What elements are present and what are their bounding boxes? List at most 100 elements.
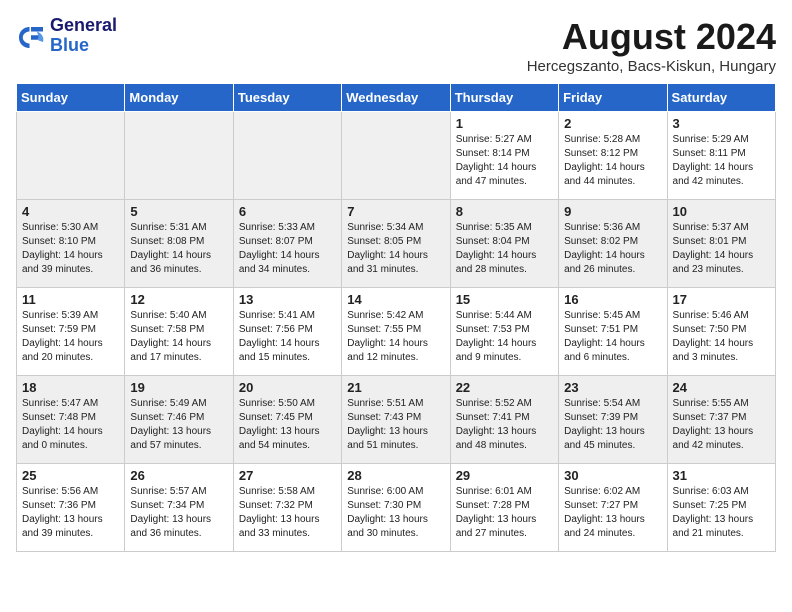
day-info: Sunrise: 5:37 AM Sunset: 8:01 PM Dayligh…	[673, 221, 770, 277]
day-number: 13	[239, 292, 336, 307]
day-number: 23	[564, 380, 661, 395]
day-info: Sunrise: 5:46 AM Sunset: 7:50 PM Dayligh…	[673, 309, 770, 365]
day-info: Sunrise: 5:56 AM Sunset: 7:36 PM Dayligh…	[22, 485, 119, 541]
day-number: 16	[564, 292, 661, 307]
calendar-cell: 25 Sunrise: 5:56 AM Sunset: 7:36 PM Dayli…	[17, 464, 125, 552]
calendar-cell: 14Sunrise: 5:42 AM Sunset: 7:55 PM Dayli…	[342, 288, 450, 376]
calendar-cell: 1Sunrise: 5:27 AM Sunset: 8:14 PM Daylig…	[450, 112, 558, 200]
day-number: 10	[673, 204, 770, 219]
calendar-week-row: 1Sunrise: 5:27 AM Sunset: 8:14 PM Daylig…	[17, 112, 776, 200]
title-block: August 2024 Hercegszanto, Bacs-Kiskun, H…	[527, 16, 776, 75]
calendar-cell: 23 Sunrise: 5:54 AM Sunset: 7:39 PM Dayli…	[559, 376, 667, 464]
day-number: 20	[239, 380, 336, 395]
calendar-cell: 9Sunrise: 5:36 AM Sunset: 8:02 PM Daylig…	[559, 200, 667, 288]
calendar-week-row: 25 Sunrise: 5:56 AM Sunset: 7:36 PM Dayli…	[17, 464, 776, 552]
logo-text: General Blue	[50, 16, 117, 56]
day-number: 6	[239, 204, 336, 219]
calendar-cell: 13 Sunrise: 5:41 AM Sunset: 7:56 PM Dayli…	[233, 288, 341, 376]
calendar-cell: 5 Sunrise: 5:31 AM Sunset: 8:08 PM Daylig…	[125, 200, 233, 288]
day-info: Sunrise: 6:01 AM Sunset: 7:28 PM Dayligh…	[456, 485, 553, 541]
calendar-week-row: 4 Sunrise: 5:30 AM Sunset: 8:10 PM Daylig…	[17, 200, 776, 288]
day-number: 28	[347, 468, 444, 483]
month-title: August 2024	[527, 16, 776, 58]
calendar-cell: 27 Sunrise: 5:58 AM Sunset: 7:32 PM Dayli…	[233, 464, 341, 552]
page-header: General Blue August 2024 Hercegszanto, B…	[16, 16, 776, 75]
day-info: Sunrise: 5:27 AM Sunset: 8:14 PM Dayligh…	[456, 133, 553, 189]
day-info: Sunrise: 5:28 AM Sunset: 8:12 PM Dayligh…	[564, 133, 661, 189]
day-info: Sunrise: 5:33 AM Sunset: 8:07 PM Dayligh…	[239, 221, 336, 277]
day-info: Sunrise: 5:40 AM Sunset: 7:58 PM Dayligh…	[130, 309, 227, 365]
day-info: Sunrise: 5:41 AM Sunset: 7:56 PM Dayligh…	[239, 309, 336, 365]
day-info: Sunrise: 5:31 AM Sunset: 8:08 PM Dayligh…	[130, 221, 227, 277]
calendar-cell	[233, 112, 341, 200]
weekday-header-saturday: Saturday	[667, 84, 775, 112]
day-info: Sunrise: 5:54 AM Sunset: 7:39 PM Dayligh…	[564, 397, 661, 453]
day-info: Sunrise: 5:49 AM Sunset: 7:46 PM Dayligh…	[130, 397, 227, 453]
calendar-cell: 19Sunrise: 5:49 AM Sunset: 7:46 PM Dayli…	[125, 376, 233, 464]
location-subtitle: Hercegszanto, Bacs-Kiskun, Hungary	[527, 58, 776, 75]
day-number: 18	[22, 380, 119, 395]
weekday-header-sunday: Sunday	[17, 84, 125, 112]
calendar-cell: 10 Sunrise: 5:37 AM Sunset: 8:01 PM Dayli…	[667, 200, 775, 288]
day-number: 25	[22, 468, 119, 483]
day-info: Sunrise: 5:52 AM Sunset: 7:41 PM Dayligh…	[456, 397, 553, 453]
calendar-cell: 28 Sunrise: 6:00 AM Sunset: 7:30 PM Dayli…	[342, 464, 450, 552]
day-number: 21	[347, 380, 444, 395]
day-number: 17	[673, 292, 770, 307]
calendar-cell: 22 Sunrise: 5:52 AM Sunset: 7:41 PM Dayli…	[450, 376, 558, 464]
weekday-header-friday: Friday	[559, 84, 667, 112]
day-info: Sunrise: 5:45 AM Sunset: 7:51 PM Dayligh…	[564, 309, 661, 365]
day-number: 2	[564, 116, 661, 131]
calendar-cell: 7 Sunrise: 5:34 AM Sunset: 8:05 PM Daylig…	[342, 200, 450, 288]
day-number: 22	[456, 380, 553, 395]
calendar-cell: 12 Sunrise: 5:40 AM Sunset: 7:58 PM Dayli…	[125, 288, 233, 376]
day-info: Sunrise: 5:29 AM Sunset: 8:11 PM Dayligh…	[673, 133, 770, 189]
weekday-header-thursday: Thursday	[450, 84, 558, 112]
day-info: Sunrise: 5:36 AM Sunset: 8:02 PM Dayligh…	[564, 221, 661, 277]
day-info: Sunrise: 5:57 AM Sunset: 7:34 PM Dayligh…	[130, 485, 227, 541]
day-info: Sunrise: 5:58 AM Sunset: 7:32 PM Dayligh…	[239, 485, 336, 541]
day-info: Sunrise: 5:44 AM Sunset: 7:53 PM Dayligh…	[456, 309, 553, 365]
weekday-header-wednesday: Wednesday	[342, 84, 450, 112]
day-number: 4	[22, 204, 119, 219]
day-info: Sunrise: 5:51 AM Sunset: 7:43 PM Dayligh…	[347, 397, 444, 453]
weekday-header-monday: Monday	[125, 84, 233, 112]
calendar-cell: 17 Sunrise: 5:46 AM Sunset: 7:50 PM Dayli…	[667, 288, 775, 376]
calendar-cell: 11Sunrise: 5:39 AM Sunset: 7:59 PM Dayli…	[17, 288, 125, 376]
day-info: Sunrise: 5:50 AM Sunset: 7:45 PM Dayligh…	[239, 397, 336, 453]
calendar-cell: 4 Sunrise: 5:30 AM Sunset: 8:10 PM Daylig…	[17, 200, 125, 288]
calendar-cell: 26Sunrise: 5:57 AM Sunset: 7:34 PM Dayli…	[125, 464, 233, 552]
logo-icon	[16, 21, 46, 51]
day-info: Sunrise: 5:55 AM Sunset: 7:37 PM Dayligh…	[673, 397, 770, 453]
day-number: 3	[673, 116, 770, 131]
calendar-cell: 2 Sunrise: 5:28 AM Sunset: 8:12 PM Daylig…	[559, 112, 667, 200]
day-number: 12	[130, 292, 227, 307]
day-number: 5	[130, 204, 227, 219]
day-number: 30	[564, 468, 661, 483]
calendar-week-row: 11Sunrise: 5:39 AM Sunset: 7:59 PM Dayli…	[17, 288, 776, 376]
calendar-cell: 21 Sunrise: 5:51 AM Sunset: 7:43 PM Dayli…	[342, 376, 450, 464]
calendar-cell: 8Sunrise: 5:35 AM Sunset: 8:04 PM Daylig…	[450, 200, 558, 288]
calendar-cell: 15 Sunrise: 5:44 AM Sunset: 7:53 PM Dayli…	[450, 288, 558, 376]
day-info: Sunrise: 5:47 AM Sunset: 7:48 PM Dayligh…	[22, 397, 119, 453]
day-info: Sunrise: 6:00 AM Sunset: 7:30 PM Dayligh…	[347, 485, 444, 541]
calendar-cell: 24 Sunrise: 5:55 AM Sunset: 7:37 PM Dayli…	[667, 376, 775, 464]
day-info: Sunrise: 5:39 AM Sunset: 7:59 PM Dayligh…	[22, 309, 119, 365]
day-number: 15	[456, 292, 553, 307]
calendar-cell: 29 Sunrise: 6:01 AM Sunset: 7:28 PM Dayli…	[450, 464, 558, 552]
day-info: Sunrise: 5:30 AM Sunset: 8:10 PM Dayligh…	[22, 221, 119, 277]
calendar-cell	[125, 112, 233, 200]
day-number: 7	[347, 204, 444, 219]
day-number: 8	[456, 204, 553, 219]
logo: General Blue	[16, 16, 117, 56]
calendar-cell: 20 Sunrise: 5:50 AM Sunset: 7:45 PM Dayli…	[233, 376, 341, 464]
day-info: Sunrise: 5:34 AM Sunset: 8:05 PM Dayligh…	[347, 221, 444, 277]
day-number: 29	[456, 468, 553, 483]
calendar-week-row: 18 Sunrise: 5:47 AM Sunset: 7:48 PM Dayli…	[17, 376, 776, 464]
day-number: 24	[673, 380, 770, 395]
day-number: 31	[673, 468, 770, 483]
calendar-cell	[17, 112, 125, 200]
calendar-cell: 31Sunrise: 6:03 AM Sunset: 7:25 PM Dayli…	[667, 464, 775, 552]
day-info: Sunrise: 6:02 AM Sunset: 7:27 PM Dayligh…	[564, 485, 661, 541]
day-number: 27	[239, 468, 336, 483]
